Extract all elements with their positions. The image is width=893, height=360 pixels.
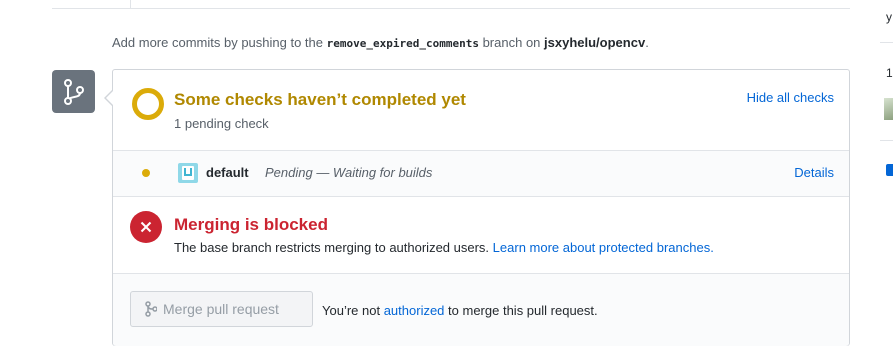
note-suffix: to merge this pull request. <box>448 303 598 318</box>
sidebar-avatar[interactable] <box>884 98 893 120</box>
merge-button-label: Merge pull request <box>163 301 279 317</box>
check-description: Pending — Waiting for builds <box>265 165 433 180</box>
close-icon <box>140 221 152 233</box>
checks-status-title: Some checks haven’t completed yet <box>174 90 466 109</box>
git-branch-icon <box>63 78 84 105</box>
repo-name: jsxyhelu/opencv <box>544 35 646 50</box>
push-hint-prefix: Add more commits by pushing to the <box>112 35 323 50</box>
learn-more-link[interactable]: Learn more about protected branches. <box>493 240 714 255</box>
blocked-x-icon <box>130 211 162 243</box>
box-pointer-fill <box>106 90 114 106</box>
sidebar-fragment-text: y <box>886 10 892 24</box>
sidebar-checkbox[interactable] <box>886 164 893 176</box>
check-row: default Pending — Waiting for builds Det… <box>113 150 849 197</box>
note-prefix: You’re not <box>322 303 381 318</box>
git-branch-badge <box>52 70 95 113</box>
sidebar-divider-2 <box>880 140 893 141</box>
ci-app-logo-icon <box>178 163 198 183</box>
authorized-link[interactable]: authorized <box>384 303 445 318</box>
sidebar-divider <box>880 42 893 43</box>
merge-blocked-description: The base branch restricts merging to aut… <box>174 240 714 255</box>
checks-status-subtitle: 1 pending check <box>174 116 269 131</box>
timeline-divider <box>52 0 850 9</box>
merge-pull-request-button[interactable]: Merge pull request <box>130 291 313 327</box>
sidebar-fragment-count: 1 <box>886 66 893 80</box>
branch-name: remove_expired_comments <box>326 37 479 50</box>
push-hint-suffix: . <box>645 35 649 50</box>
hide-all-checks-link[interactable]: Hide all checks <box>747 90 834 105</box>
check-details-link[interactable]: Details <box>794 165 834 180</box>
merge-footer: Merge pull request You’re not authorized… <box>113 273 849 346</box>
blocked-reason: The base branch restricts merging to aut… <box>174 240 490 255</box>
merge-permission-note: You’re not authorized to merge this pull… <box>322 303 598 318</box>
merge-blocked-title: Merging is blocked <box>174 215 328 234</box>
pending-dot-icon <box>142 169 150 177</box>
check-name: default <box>206 165 249 180</box>
pending-status-icon <box>132 88 164 120</box>
push-hint: Add more commits by pushing to the remov… <box>112 35 649 50</box>
git-merge-icon <box>145 301 157 317</box>
timeline-tick <box>130 0 131 8</box>
merge-status-box: Some checks haven’t completed yet 1 pend… <box>112 69 850 346</box>
push-hint-middle: branch on <box>482 35 541 50</box>
